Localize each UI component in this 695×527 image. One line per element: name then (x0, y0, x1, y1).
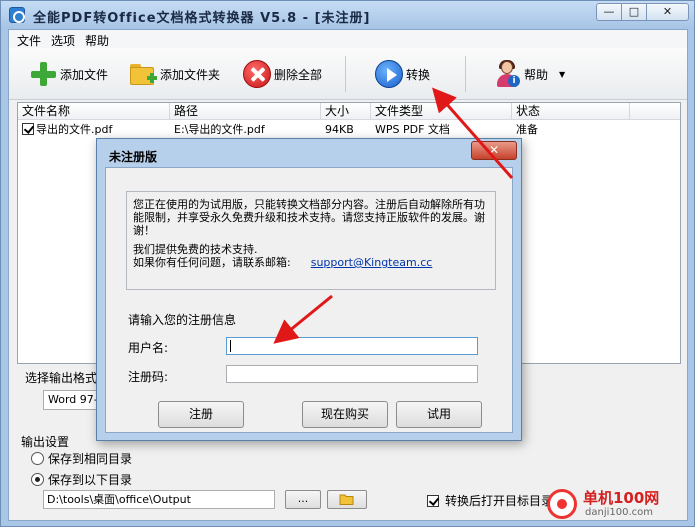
add-folder-button[interactable]: 添加文件夹 (129, 54, 220, 94)
code-label: 注册码: (128, 370, 169, 384)
support-email-link[interactable]: support@Kingteam.cc (311, 256, 433, 269)
delete-all-button[interactable]: 删除全部 (243, 54, 322, 94)
add-folder-label: 添加文件夹 (160, 67, 221, 82)
menu-file[interactable]: 文件 (17, 32, 41, 49)
dialog-title: 未注册版 (109, 150, 158, 164)
output-settings-title: 输出设置 (21, 435, 70, 449)
text-caret (230, 340, 231, 352)
radio-button[interactable] (31, 473, 44, 486)
toolbar-separator (345, 56, 346, 92)
dialog-body: 您正在使用的为试用版，只能转换文档部分内容。注册后自动解除所有功能限制，并享受永… (105, 167, 513, 433)
play-icon (375, 60, 403, 88)
menu-help[interactable]: 帮助 (85, 32, 109, 49)
radio-below-directory[interactable]: 保存到以下目录 (31, 471, 132, 488)
add-file-label: 添加文件 (60, 67, 109, 82)
menu-options[interactable]: 选项 (51, 32, 75, 49)
radio-button[interactable] (31, 452, 44, 465)
open-folder-button[interactable] (327, 490, 367, 509)
radio-same-directory[interactable]: 保存到相同目录 (31, 450, 132, 467)
output-format-label: 选择输出格式 (25, 371, 98, 385)
register-button[interactable]: 注册 (158, 401, 244, 428)
convert-label: 转换 (406, 67, 431, 82)
title-bar[interactable]: 全能PDF转Office文档格式转换器 V5.8 - [未注册] — □ ✕ (1, 1, 694, 29)
watermark-url: danji100.com (585, 507, 653, 518)
delete-icon (243, 60, 271, 88)
support-text: 我们提供免费的技术支持. (133, 243, 258, 256)
cell-size: 94KB (325, 123, 354, 136)
open-after-label: 转换后打开目标目录 (445, 494, 554, 508)
folder-add-icon (129, 60, 157, 88)
help-button[interactable]: i 帮助 ▼ (493, 54, 565, 94)
registration-prompt: 请输入您的注册信息 (128, 313, 237, 327)
minimize-button[interactable]: — (596, 3, 622, 21)
column-header-path[interactable]: 路径 (170, 103, 321, 120)
radio-below-label: 保存到以下目录 (48, 473, 133, 487)
user-help-icon: i (493, 60, 521, 88)
username-input[interactable] (226, 337, 478, 355)
chevron-down-icon[interactable]: ▼ (559, 70, 565, 79)
notice-text: 您正在使用的为试用版，只能转换文档部分内容。注册后自动解除所有功能限制，并享受永… (133, 198, 485, 237)
cell-type: WPS PDF 文档 (375, 123, 450, 136)
column-header-status[interactable]: 状态 (512, 103, 630, 120)
app-icon (9, 7, 25, 23)
toolbar: 添加文件 添加文件夹 删除全部 转换 i 帮助 ▼ (9, 48, 687, 100)
column-header-name[interactable]: 文件名称 (18, 103, 170, 120)
help-label: 帮助 (524, 67, 549, 82)
open-after-convert[interactable]: 转换后打开目标目录 (427, 492, 553, 509)
cell-name: 导出的文件.pdf (18, 121, 170, 139)
cell-path: E:\导出的文件.pdf (174, 123, 265, 136)
contact-text: 如果你有任何问题，请联系邮箱: (133, 256, 291, 269)
close-window-button[interactable]: ✕ (646, 3, 689, 21)
watermark-logo-icon (547, 489, 577, 519)
watermark: 单机100网 danji100.com (541, 485, 691, 525)
convert-button[interactable]: 转换 (375, 54, 430, 94)
cell-status: 准备 (516, 123, 538, 136)
toolbar-separator (465, 56, 466, 92)
column-header-type[interactable]: 文件类型 (371, 103, 512, 120)
registration-code-input[interactable] (226, 365, 478, 383)
buy-now-button[interactable]: 现在购买 (302, 401, 388, 428)
row-checkbox[interactable] (22, 123, 34, 135)
output-format-select[interactable]: Word 97-2 (43, 390, 103, 410)
column-header-size[interactable]: 大小 (321, 103, 371, 120)
menu-bar: 文件 选项 帮助 (9, 30, 687, 48)
watermark-name: 单机100网 (583, 489, 660, 507)
plus-icon (29, 60, 57, 88)
window-title: 全能PDF转Office文档格式转换器 V5.8 - [未注册] (33, 11, 371, 26)
username-label: 用户名: (128, 341, 169, 355)
open-after-checkbox[interactable] (427, 494, 439, 507)
registration-dialog: 未注册版 ✕ 您正在使用的为试用版，只能转换文档部分内容。注册后自动解除所有功能… (96, 138, 522, 441)
output-path-input[interactable]: D:\tools\桌面\office\Output (43, 490, 275, 509)
file-name: 导出的文件.pdf (36, 123, 113, 136)
maximize-button[interactable]: □ (621, 3, 647, 21)
table-header: 文件名称 路径 大小 文件类型 状态 (18, 103, 680, 120)
contact-line: 如果你有任何问题，请联系邮箱: support@Kingteam.cc (133, 256, 489, 269)
add-file-button[interactable]: 添加文件 (29, 54, 108, 94)
browse-button[interactable]: ... (285, 490, 321, 509)
table-row[interactable]: 导出的文件.pdf E:\导出的文件.pdf 94KB WPS PDF 文档 准… (18, 121, 680, 139)
radio-same-label: 保存到相同目录 (48, 452, 133, 466)
delete-all-label: 删除全部 (274, 67, 323, 82)
trial-notice: 您正在使用的为试用版，只能转换文档部分内容。注册后自动解除所有功能限制，并享受永… (126, 191, 496, 290)
dialog-close-button[interactable]: ✕ (471, 141, 517, 160)
trial-button[interactable]: 试用 (396, 401, 482, 428)
folder-open-icon (339, 494, 354, 505)
